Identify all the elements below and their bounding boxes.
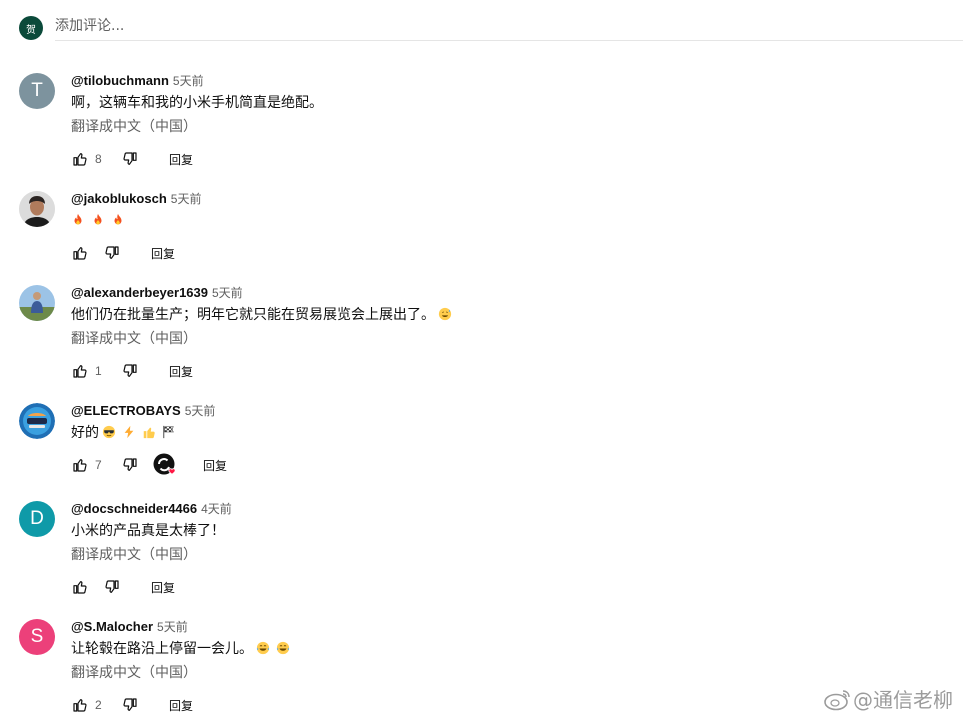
sweat-smile-emoji-icon xyxy=(438,307,452,321)
comment-text-content: 让轮毂在路沿上停留一会儿。 xyxy=(71,641,253,657)
translate-link[interactable]: 翻译成中文（中国） xyxy=(71,329,197,349)
comment-actions: 1 回复 xyxy=(71,361,193,381)
fire-emoji-icon xyxy=(74,213,82,225)
watermark-text: @通信老柳 xyxy=(853,688,953,712)
author-name[interactable]: @S.Malocher xyxy=(71,619,153,634)
comment-header: @ELECTROBAYS 5天前 xyxy=(71,403,215,419)
author-name[interactable]: @tilobuchmann xyxy=(71,73,169,88)
checkered-flag-icon xyxy=(163,425,174,439)
avatar[interactable]: S xyxy=(19,619,55,655)
comment-time[interactable]: 5天前 xyxy=(171,192,202,206)
weibo-logo-icon xyxy=(824,689,850,710)
creator-heart-icon xyxy=(153,453,177,477)
like-count: 2 xyxy=(95,698,102,712)
translate-link[interactable]: 翻译成中文（中国） xyxy=(71,545,197,565)
like-icon[interactable] xyxy=(71,362,89,380)
comment-text-content: 他们仍在批量生产；明年它就只能在贸易展览会上展出了。 xyxy=(71,307,435,323)
channel-logo-icon xyxy=(19,403,55,439)
like-icon[interactable] xyxy=(71,696,89,714)
fire-emoji-icon xyxy=(114,213,122,225)
comment-header: @S.Malocher 5天前 xyxy=(71,619,188,635)
avatar[interactable]: D xyxy=(19,501,55,537)
comment-time[interactable]: 5天前 xyxy=(185,404,216,418)
like-count: 1 xyxy=(95,364,102,378)
comment-header: @jakoblukosch 5天前 xyxy=(71,191,201,207)
comment-text: 小米的产品真是太棒了！ xyxy=(71,523,225,539)
person-photo-icon xyxy=(19,191,55,227)
thumbs-up-emoji-icon xyxy=(143,427,155,439)
comment-actions: 8 回复 xyxy=(71,149,193,169)
reply-button[interactable]: 回复 xyxy=(151,579,175,596)
comment-time[interactable]: 5天前 xyxy=(157,620,188,634)
like-count: 8 xyxy=(95,152,102,166)
like-icon[interactable] xyxy=(71,578,89,596)
comment-text: 啊，这辆车和我的小米手机简直是绝配。 xyxy=(71,95,323,111)
author-name[interactable]: @alexanderbeyer1639 xyxy=(71,285,208,300)
author-name[interactable]: @docschneider4466 xyxy=(71,501,197,516)
reply-button[interactable]: 回复 xyxy=(169,697,193,714)
user-avatar[interactable]: 贺 xyxy=(19,16,43,40)
comment-text: 好的 xyxy=(71,423,179,443)
watermark: @通信老柳 xyxy=(823,684,953,713)
author-name[interactable]: @ELECTROBAYS xyxy=(71,403,181,418)
comment-actions: 回复 xyxy=(71,577,175,597)
dislike-icon[interactable] xyxy=(121,456,139,474)
avatar[interactable]: T xyxy=(19,73,55,109)
joy-emoji-icon xyxy=(256,641,270,655)
comment-header: @tilobuchmann 5天前 xyxy=(71,73,204,89)
like-icon[interactable] xyxy=(71,150,89,168)
translate-link[interactable]: 翻译成中文（中国） xyxy=(71,663,197,683)
comment-actions: 7 回复 xyxy=(71,453,227,477)
dislike-icon[interactable] xyxy=(121,696,139,714)
reply-button[interactable]: 回复 xyxy=(151,245,175,262)
comment-time[interactable]: 5天前 xyxy=(212,286,243,300)
comment-text: 他们仍在批量生产；明年它就只能在贸易展览会上展出了。 xyxy=(71,305,455,325)
avatar[interactable] xyxy=(19,191,55,227)
comment-actions: 回复 xyxy=(71,243,175,263)
comment-header: @alexanderbeyer1639 5天前 xyxy=(71,285,243,301)
comment-text-content: 好的 xyxy=(71,425,99,441)
comment-time[interactable]: 4天前 xyxy=(201,502,232,516)
joy-emoji-icon xyxy=(276,641,290,655)
translate-link[interactable]: 翻译成中文（中国） xyxy=(71,117,197,137)
avatar[interactable] xyxy=(19,285,55,321)
add-comment-input[interactable]: 添加评论... xyxy=(55,13,963,41)
avatar[interactable] xyxy=(19,403,55,439)
dislike-icon[interactable] xyxy=(103,244,121,262)
comment-text: 让轮毂在路沿上停留一会儿。 xyxy=(71,639,293,659)
like-count: 7 xyxy=(95,458,102,472)
comment-time[interactable]: 5天前 xyxy=(173,74,204,88)
add-comment-bar: 贺 添加评论... xyxy=(0,0,963,41)
reply-button[interactable]: 回复 xyxy=(203,457,227,474)
like-icon[interactable] xyxy=(71,244,89,262)
reply-button[interactable]: 回复 xyxy=(169,363,193,380)
like-icon[interactable] xyxy=(71,456,89,474)
dislike-icon[interactable] xyxy=(103,578,121,596)
comment-header: @docschneider4466 4天前 xyxy=(71,501,232,517)
reply-button[interactable]: 回复 xyxy=(169,151,193,168)
author-name[interactable]: @jakoblukosch xyxy=(71,191,167,206)
dislike-icon[interactable] xyxy=(121,362,139,380)
landscape-photo-icon xyxy=(19,285,55,321)
sunglasses-emoji-icon xyxy=(102,425,116,439)
comment-actions: 2 回复 xyxy=(71,695,193,715)
comment-text xyxy=(71,211,128,231)
fire-emoji-icon xyxy=(94,213,102,225)
dislike-icon[interactable] xyxy=(121,150,139,168)
lightning-emoji-icon xyxy=(124,425,134,439)
